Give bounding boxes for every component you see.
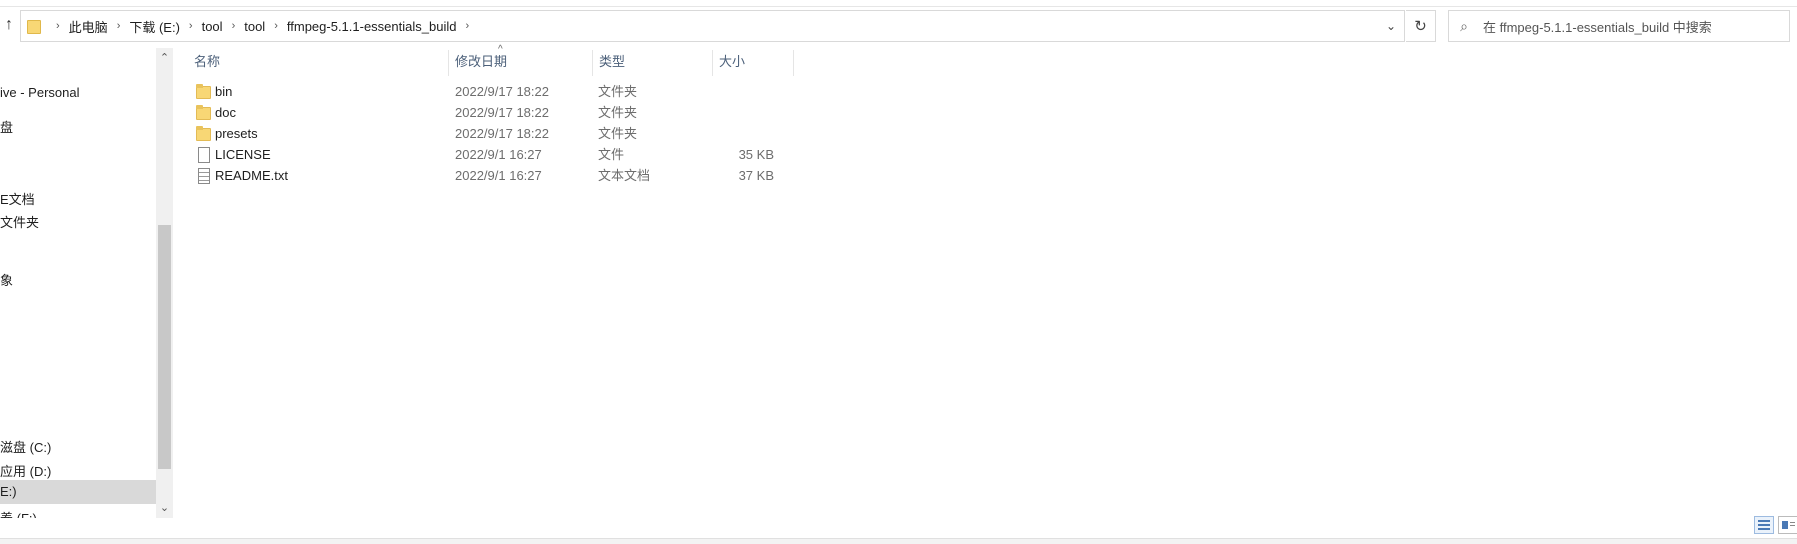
folder-icon — [196, 126, 212, 142]
chevron-down-icon[interactable]: ⌄ — [1378, 11, 1404, 41]
nav-item-documents[interactable]: E文档 — [0, 189, 35, 208]
file-name[interactable]: bin — [215, 81, 232, 102]
file-type: 文件夹 — [598, 105, 638, 120]
column-header-date[interactable]: 修改日期 — [449, 48, 592, 78]
file-name[interactable]: LICENSE — [215, 144, 271, 165]
file-row-readme[interactable]: README.txt 2022/9/1 16:27 文本文档 37 KB — [188, 165, 794, 186]
file-date: 2022/9/17 18:22 — [455, 126, 549, 141]
nav-item-objects[interactable]: 象 — [0, 270, 13, 289]
search-placeholder: 在 ffmpeg-5.1.1-essentials_build 中搜索 — [1483, 19, 1712, 35]
nav-item-drive-e[interactable]: E:) — [0, 480, 156, 504]
folder-icon — [196, 105, 212, 121]
file-name[interactable]: presets — [215, 123, 258, 144]
breadcrumb-ffmpeg[interactable]: ffmpeg-5.1.1-essentials_build — [287, 19, 457, 34]
nav-scrollbar[interactable]: ⌃ ⌄ — [156, 48, 173, 518]
scroll-up-icon[interactable]: ⌃ — [156, 50, 173, 67]
large-icons-view-icon[interactable] — [1778, 516, 1797, 534]
chevron-right-icon[interactable]: › — [274, 20, 278, 32]
breadcrumb-tool-sub[interactable]: tool — [244, 19, 265, 34]
file-type: 文件夹 — [598, 84, 638, 99]
file-row-license[interactable]: LICENSE 2022/9/1 16:27 文件 35 KB — [188, 144, 794, 165]
column-divider[interactable] — [793, 50, 794, 76]
scrollbar-thumb[interactable] — [158, 225, 171, 469]
file-row-bin[interactable]: bin 2022/9/17 18:22 文件夹 — [188, 81, 794, 102]
chevron-right-icon[interactable]: › — [56, 20, 60, 32]
scroll-down-icon[interactable]: ⌄ — [156, 500, 173, 517]
breadcrumb-tool[interactable]: tool — [202, 19, 223, 34]
file-name[interactable]: README.txt — [215, 165, 288, 186]
file-name[interactable]: doc — [215, 102, 236, 123]
address-bar[interactable]: › 此电脑 › 下载 (E:) › tool › tool › ffmpeg-5… — [20, 10, 1405, 42]
view-toggles — [1754, 516, 1797, 538]
file-date: 2022/9/1 16:27 — [455, 168, 542, 183]
nav-item-onedrive[interactable]: ive - Personal — [0, 85, 79, 100]
file-date: 2022/9/1 16:27 — [455, 147, 542, 162]
up-arrow-icon[interactable]: ↑ — [0, 14, 18, 36]
breadcrumb-this-pc[interactable]: 此电脑 — [69, 17, 108, 36]
text-file-icon — [196, 168, 212, 184]
chevron-right-icon[interactable]: › — [189, 20, 193, 32]
details-view-icon[interactable] — [1754, 516, 1774, 534]
file-row-doc[interactable]: doc 2022/9/17 18:22 文件夹 — [188, 102, 794, 123]
file-type: 文件 — [598, 147, 625, 162]
file-type: 文本文档 — [598, 168, 651, 183]
search-input[interactable]: ⌕ 在 ffmpeg-5.1.1-essentials_build 中搜索 — [1448, 10, 1790, 42]
document-icon — [196, 147, 212, 163]
search-icon: ⌕ — [1460, 17, 1468, 34]
folder-icon — [27, 18, 41, 34]
file-row-presets[interactable]: presets 2022/9/17 18:22 文件夹 — [188, 123, 794, 144]
folder-icon — [196, 84, 212, 100]
file-size: 35 KB — [738, 147, 774, 162]
navigation-pane: ive - Personal 盘 E文档 文件夹 象 滋盘 (C:) 应用 (D… — [0, 48, 156, 518]
nav-item-drive-d[interactable]: 应用 (D:) — [0, 461, 51, 480]
nav-item-folders[interactable]: 文件夹 — [0, 212, 39, 231]
file-date: 2022/9/17 18:22 — [455, 105, 549, 120]
nav-item-drive-f[interactable]: 养 (F:) — [0, 508, 37, 518]
breadcrumb-drive-e[interactable]: 下载 (E:) — [129, 17, 180, 36]
status-bar-edge — [0, 538, 1797, 544]
nav-item-drive[interactable]: 盘 — [0, 117, 13, 136]
refresh-button[interactable]: ↻ — [1406, 10, 1436, 42]
file-size: 37 KB — [738, 168, 774, 183]
chevron-right-icon[interactable]: › — [232, 20, 236, 32]
chevron-right-icon[interactable]: › — [465, 20, 469, 32]
file-type: 文件夹 — [598, 126, 638, 141]
column-header-size[interactable]: 大小 — [713, 48, 793, 78]
column-header-name[interactable]: 名称 — [188, 48, 448, 78]
nav-item-drive-c[interactable]: 滋盘 (C:) — [0, 437, 51, 456]
chevron-right-icon[interactable]: › — [117, 20, 121, 32]
column-header-type[interactable]: 类型 — [593, 48, 712, 78]
window-top-edge — [0, 0, 1797, 7]
file-date: 2022/9/17 18:22 — [455, 84, 549, 99]
